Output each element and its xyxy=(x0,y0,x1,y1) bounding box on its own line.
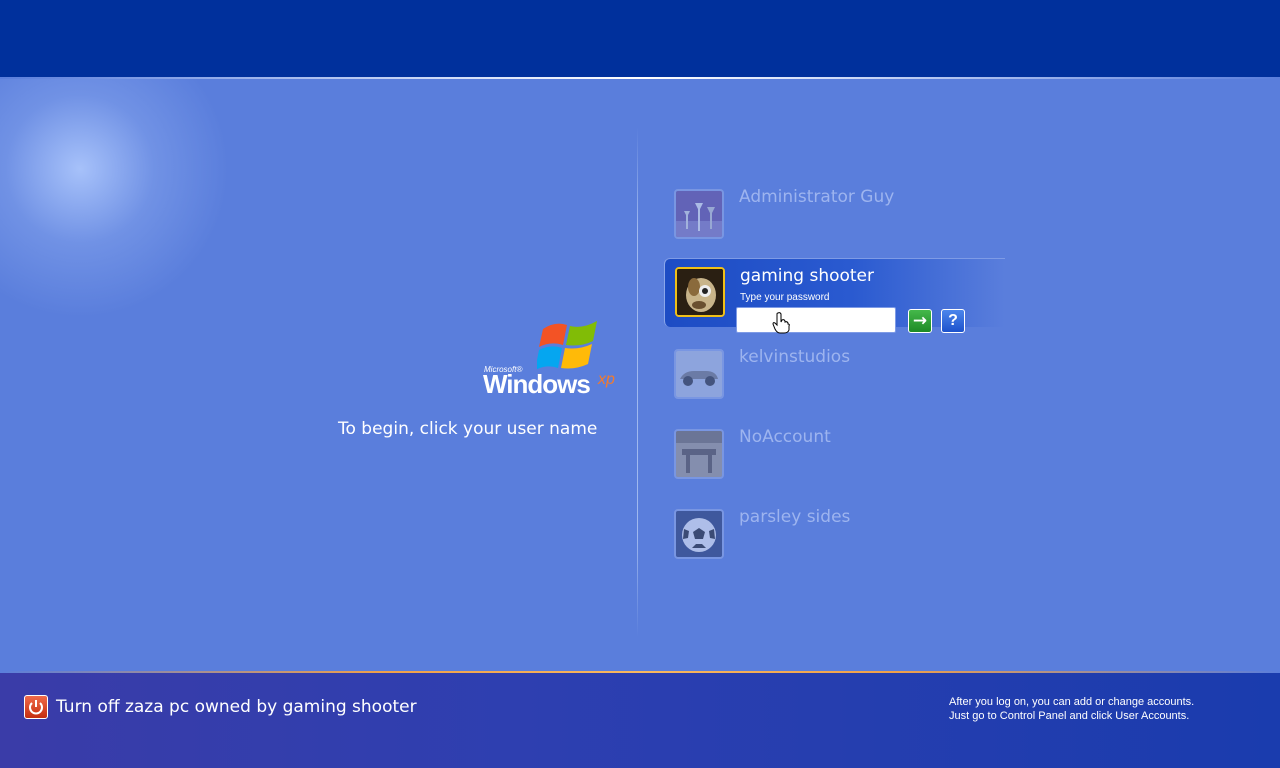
dog-icon xyxy=(675,267,725,317)
car-icon xyxy=(674,349,724,399)
account-info-text: After you log on, you can add or change … xyxy=(949,695,1194,723)
user-name: gaming shooter xyxy=(740,266,875,286)
windows-wordmark: Windows xyxy=(483,369,591,399)
user-name: parsley sides xyxy=(739,507,851,527)
soccer-ball-icon xyxy=(674,509,724,559)
chess-icon xyxy=(674,189,724,239)
login-panel: Microsoft® Windows xp To begin, click yo… xyxy=(0,79,1280,672)
hand-cursor-icon xyxy=(772,312,790,334)
log-on-arrow-button[interactable]: → xyxy=(908,309,932,333)
user-name: NoAccount xyxy=(739,427,831,447)
vertical-divider xyxy=(637,127,638,637)
user-tile-parsley-sides[interactable]: parsley sides xyxy=(664,501,1004,571)
info-line: Just go to Control Panel and click User … xyxy=(949,710,1190,722)
user-tile-administrator-guy[interactable]: Administrator Guy xyxy=(664,181,1004,251)
user-name: kelvinstudios xyxy=(739,347,851,367)
password-label: Type your password xyxy=(740,292,830,303)
user-tile-kelvinstudios[interactable]: kelvinstudios xyxy=(664,341,1004,411)
xp-wordmark: xp xyxy=(598,371,615,388)
turn-off-label: Turn off zaza pc owned by gaming shooter xyxy=(56,697,417,717)
windows-xp-logo: Microsoft® Windows xp xyxy=(483,315,623,401)
power-icon xyxy=(24,695,48,719)
arrow-right-icon: → xyxy=(912,311,928,331)
windows-flag-icon xyxy=(537,321,597,370)
bottom-bar: Turn off zaza pc owned by gaming shooter… xyxy=(0,673,1280,768)
user-tile-gaming-shooter[interactable]: gaming shooter Type your password → ? xyxy=(664,258,1005,333)
table-icon xyxy=(674,429,724,479)
turn-off-button[interactable]: Turn off zaza pc owned by gaming shooter xyxy=(24,694,417,720)
password-hint-button[interactable]: ? xyxy=(941,309,965,333)
top-bar xyxy=(0,0,1280,78)
user-tile-noaccount[interactable]: NoAccount xyxy=(664,421,1004,491)
instruction-text: To begin, click your user name xyxy=(338,419,598,439)
user-name: Administrator Guy xyxy=(739,187,895,207)
info-line: After you log on, you can add or change … xyxy=(949,696,1195,708)
background-glow xyxy=(0,79,230,319)
question-mark-icon: ? xyxy=(948,312,958,329)
password-input[interactable] xyxy=(736,307,896,333)
